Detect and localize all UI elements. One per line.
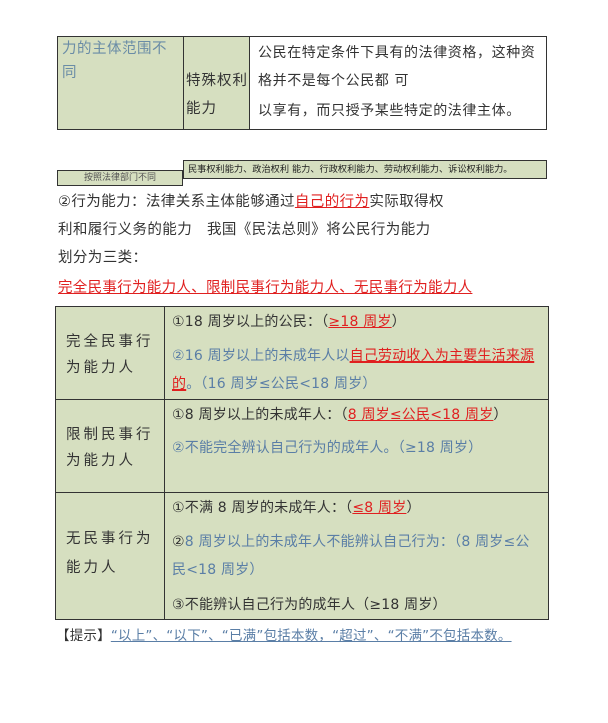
no-capacity-item-1: ①不满 8 周岁的未成年人：（≤8 周岁）	[172, 497, 421, 517]
no-capacity-item-2-cont: 民<18 周岁）	[172, 562, 264, 578]
full-item-2-end: 的	[172, 376, 187, 392]
full-capacity-label-2: 为能力人	[66, 360, 136, 376]
none-item-1-range: ≤8 周岁	[352, 500, 407, 516]
limited-capacity-content-cell: ①8 周岁以上的未成年人：（8 周岁≤公民<18 周岁） ②不能完全辨认自己行为…	[164, 399, 549, 493]
none-item-3-text: ③不能辨认自己行为的成年人（≥18 周岁）	[172, 597, 447, 613]
full-item-1-text: ①18 周岁以上的公民：（	[172, 314, 329, 330]
limited-item-1-close: ）	[493, 407, 508, 423]
description-line-2: 格并不是每个公民都 可	[258, 73, 410, 89]
full-item-1-close: ）	[391, 314, 406, 330]
limited-item-1-range: 8 周岁≤公民<18 周岁	[347, 407, 494, 423]
limited-capacity-label-1: 限制民事行	[66, 427, 154, 443]
paragraph-line-1-c: 实际取得权	[369, 194, 444, 210]
by-legal-department-tag: 按照法律部门不同	[57, 170, 183, 186]
description-line-3: 以享有，而只授予某些特定的法律主体。	[258, 103, 521, 119]
scope-line-2: 同	[62, 65, 77, 81]
full-item-2-highlight: 自己劳动收入为主要生活来源	[349, 348, 535, 364]
limited-capacity-label-2: 为能力人	[66, 453, 136, 469]
full-capacity-label-1: 完全民事行	[66, 334, 154, 350]
no-capacity-label-2: 能力人	[66, 560, 119, 576]
no-capacity-label-cell: 无民事行为 能力人	[55, 492, 165, 620]
full-capacity-item-1: ①18 周岁以上的公民：（≥18 周岁）	[172, 311, 406, 331]
limited-item-1-text: ①8 周岁以上的未成年人：（	[172, 407, 348, 423]
limited-capacity-item-2: ②不能完全辨认自己行为的成年人。（≥18 周岁）	[172, 440, 483, 456]
full-capacity-label-cell: 完全民事行 为能力人	[55, 306, 165, 400]
tip-text: “以上”、“以下”、“已满”包括本数，“超过”、“不满”不包括本数。	[110, 628, 512, 644]
own-behavior-highlight: 自己的行为	[294, 194, 370, 210]
special-right-line-2: 能力	[186, 101, 217, 117]
paragraph-line-1: ②行为能力：法律关系主体能够通过自己的行为实际取得权	[58, 190, 444, 211]
top-table-cell-special-right: 特殊权利 能力	[183, 36, 250, 130]
full-capacity-item-2-cont: 的。（16 周岁≤公民<18 周岁）	[172, 373, 377, 393]
no-capacity-item-3: ③不能辨认自己行为的成年人（≥18 周岁）	[172, 594, 447, 614]
no-capacity-content-cell: ①不满 8 周岁的未成年人：（≤8 周岁） ②8 周岁以上的未成年人不能辨认自己…	[164, 492, 549, 620]
legal-department-abilities: 民事权利能力、政治权利 能力、行政权利能力、劳动权利能力、诉讼权利能力。	[183, 160, 547, 179]
tip-note: 【提示】“以上”、“以下”、“已满”包括本数，“超过”、“不满”不包括本数。	[56, 624, 512, 644]
none-item-2-num: ②	[172, 534, 185, 550]
full-capacity-content-cell: ①18 周岁以上的公民：（≥18 周岁） ②16 周岁以上的未成年人以自己劳动收…	[164, 306, 549, 400]
limited-capacity-item-1: ①8 周岁以上的未成年人：（8 周岁≤公民<18 周岁）	[172, 404, 508, 424]
limited-capacity-label-cell: 限制民事行 为能力人	[55, 399, 165, 493]
top-table-cell-scope: 力的主体范围不 同	[57, 36, 184, 130]
full-capacity-item-2: ②16 周岁以上的未成年人以自己劳动收入为主要生活来源	[172, 345, 534, 365]
paragraph-line-1-a: ②行为能力：法律关系主体能够通过	[58, 194, 295, 210]
top-table-cell-description: 公民在特定条件下具有的法律资格，这种资 格并不是每个公民都 可 以享有，而只授予…	[249, 36, 547, 130]
none-item-2-text: 8 周岁以上的未成年人不能辨认自己行为：（8 周岁≤公	[184, 534, 530, 550]
full-item-2-text: ②16 周岁以上的未成年人以	[172, 348, 350, 364]
none-item-1-close: ）	[406, 500, 421, 516]
capacity-table: 完全民事行 为能力人 ①18 周岁以上的公民：（≥18 周岁） ②16 周岁以上…	[55, 306, 549, 620]
none-item-1-text: ①不满 8 周岁的未成年人：（	[172, 500, 353, 516]
tip-label: 【提示】	[56, 628, 111, 644]
no-capacity-item-2: ②8 周岁以上的未成年人不能辨认自己行为：（8 周岁≤公	[172, 531, 530, 551]
no-capacity-label-1: 无民事行为	[66, 531, 154, 547]
paragraph-line-3: 划分为三类：	[58, 250, 148, 266]
full-item-2-range: 。（16 周岁≤公民<18 周岁）	[186, 376, 377, 392]
three-categories-heading: 完全民事行为能力人、限制民事行为能力人、无民事行为能力人	[58, 280, 473, 296]
paragraph-line-2: 利和履行义务的能力 我国《民法总则》将公民行为能力	[58, 222, 431, 238]
full-item-1-range: ≥18 周岁	[328, 314, 392, 330]
special-right-line-1: 特殊权利	[186, 73, 248, 89]
scope-line-1: 力的主体范围不	[62, 41, 167, 57]
description-line-1: 公民在特定条件下具有的法律资格，这种资	[258, 45, 536, 61]
